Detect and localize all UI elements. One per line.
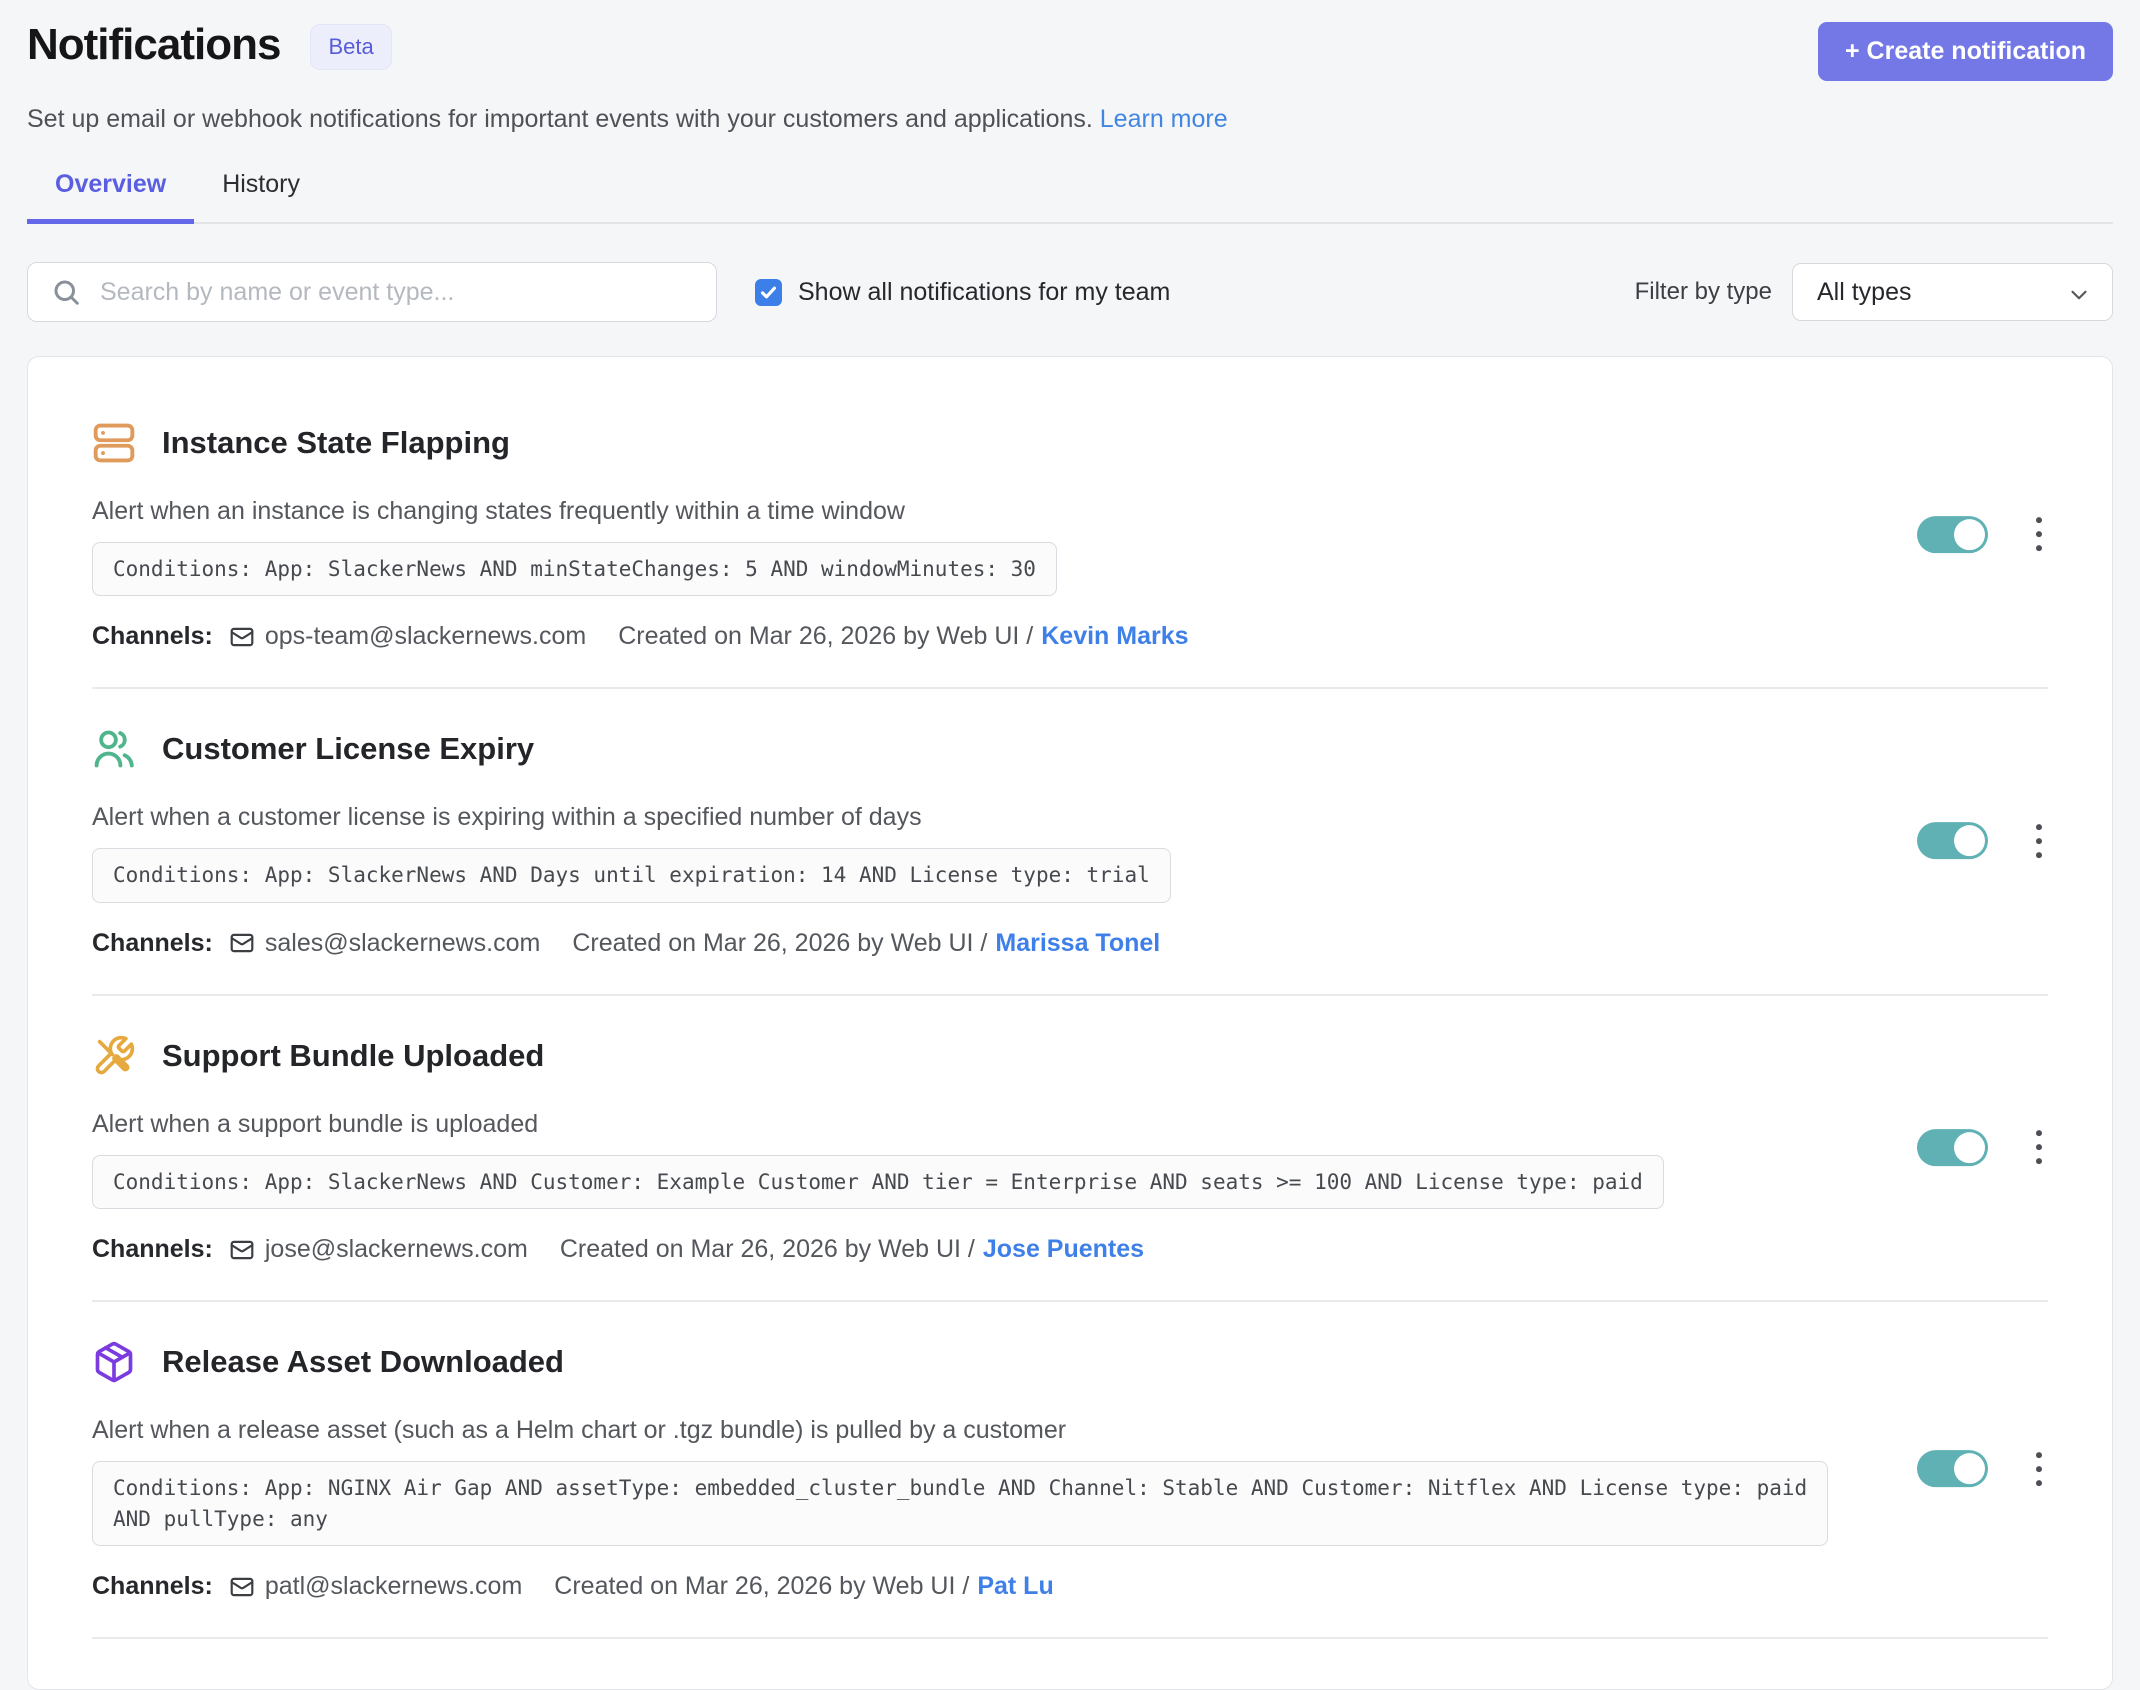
card-actions — [1917, 513, 2048, 555]
toggle-knob — [1954, 519, 1985, 550]
filter-by-type-label: Filter by type — [1635, 278, 1772, 306]
channels-row: Channels: jose@slackernews.com Created o… — [92, 1235, 2048, 1264]
notification-card: Release Asset Downloaded Alert when a re… — [92, 1302, 2048, 1639]
toggle-knob — [1954, 1132, 1985, 1163]
notifications-page: Notifications Beta + Create notification… — [0, 0, 2140, 1690]
channel-email: patl@slackernews.com — [265, 1572, 522, 1601]
search-input[interactable] — [27, 262, 717, 322]
notification-title: Support Bundle Uploaded — [162, 1038, 544, 1074]
kebab-menu-button[interactable] — [2030, 513, 2048, 555]
enable-toggle[interactable] — [1917, 822, 1988, 859]
card-actions — [1917, 1448, 2048, 1490]
search-icon — [51, 277, 81, 307]
team-checkbox-label[interactable]: Show all notifications for my team — [798, 278, 1170, 307]
tools-icon — [92, 1034, 136, 1078]
created-text: Created on Mar 26, 2026 by Web UI / — [554, 1572, 969, 1601]
created-by-link[interactable]: Kevin Marks — [1041, 622, 1188, 651]
created-by-link[interactable]: Marissa Tonel — [995, 929, 1160, 958]
channels-label: Channels: — [92, 929, 213, 958]
notification-title: Release Asset Downloaded — [162, 1344, 564, 1380]
created-by-link[interactable]: Pat Lu — [977, 1572, 1053, 1601]
create-notification-button[interactable]: + Create notification — [1818, 22, 2113, 81]
conditions-box: Conditions: App: NGINX Air Gap AND asset… — [92, 1461, 1828, 1546]
notification-description: Alert when a customer license is expirin… — [92, 803, 1892, 832]
learn-more-link[interactable]: Learn more — [1100, 105, 1228, 133]
package-icon — [92, 1340, 136, 1384]
conditions-box: Conditions: App: SlackerNews AND Days un… — [92, 848, 1171, 902]
card-actions — [1917, 820, 2048, 862]
mail-icon — [229, 1237, 255, 1263]
conditions-box: Conditions: App: SlackerNews AND minStat… — [92, 542, 1057, 596]
team-checkbox[interactable] — [755, 279, 782, 306]
notification-description: Alert when a release asset (such as a He… — [92, 1416, 1892, 1445]
channels-label: Channels: — [92, 1572, 213, 1601]
type-filter-select[interactable]: All types — [1792, 263, 2113, 321]
beta-badge: Beta — [310, 24, 391, 70]
channel-email: jose@slackernews.com — [265, 1235, 528, 1264]
tab-overview[interactable]: Overview — [27, 162, 194, 224]
channel-email: sales@slackernews.com — [265, 929, 540, 958]
notification-description: Alert when an instance is changing state… — [92, 497, 1892, 526]
kebab-menu-button[interactable] — [2030, 1126, 2048, 1168]
conditions-box: Conditions: App: SlackerNews AND Custome… — [92, 1155, 1664, 1209]
channels-label: Channels: — [92, 622, 213, 651]
enable-toggle[interactable] — [1917, 516, 1988, 553]
created-text: Created on Mar 26, 2026 by Web UI / — [560, 1235, 975, 1264]
mail-icon — [229, 624, 255, 650]
card-title-row: Support Bundle Uploaded — [92, 1034, 2048, 1078]
created-text: Created on Mar 26, 2026 by Web UI / — [618, 622, 1033, 651]
tab-history[interactable]: History — [194, 162, 328, 222]
title-wrap: Notifications Beta — [27, 20, 392, 70]
mail-icon — [229, 930, 255, 956]
check-icon — [759, 283, 778, 302]
toggle-knob — [1954, 1453, 1985, 1484]
page-header: Notifications Beta + Create notification — [27, 20, 2113, 81]
enable-toggle[interactable] — [1917, 1129, 1988, 1166]
mail-icon — [229, 1574, 255, 1600]
notification-title: Customer License Expiry — [162, 731, 534, 767]
tab-bar: Overview History — [27, 162, 2113, 224]
subtitle-text: Set up email or webhook notifications fo… — [27, 105, 1093, 133]
notification-list: Instance State Flapping Alert when an in… — [27, 356, 2113, 1690]
kebab-menu-button[interactable] — [2030, 820, 2048, 862]
page-subtitle: Set up email or webhook notifications fo… — [27, 105, 2113, 134]
channels-row: Channels: patl@slackernews.com Created o… — [92, 1572, 2048, 1601]
page-title: Notifications — [27, 20, 280, 70]
search-wrap — [27, 262, 717, 322]
card-title-row: Customer License Expiry — [92, 727, 2048, 771]
notification-title: Instance State Flapping — [162, 425, 510, 461]
channels-label: Channels: — [92, 1235, 213, 1264]
card-title-row: Instance State Flapping — [92, 421, 2048, 465]
type-filter-value: All types — [1817, 278, 1911, 307]
card-title-row: Release Asset Downloaded — [92, 1340, 2048, 1384]
server-icon — [92, 421, 136, 465]
created-by-link[interactable]: Jose Puentes — [983, 1235, 1144, 1264]
chevron-down-icon — [2066, 282, 2092, 308]
notification-card: Instance State Flapping Alert when an in… — [92, 383, 2048, 689]
channels-row: Channels: sales@slackernews.com Created … — [92, 929, 2048, 958]
kebab-menu-button[interactable] — [2030, 1448, 2048, 1490]
notification-card: Customer License Expiry Alert when a cus… — [92, 689, 2048, 995]
notification-card: Support Bundle Uploaded Alert when a sup… — [92, 996, 2048, 1302]
card-actions — [1917, 1126, 2048, 1168]
enable-toggle[interactable] — [1917, 1450, 1988, 1487]
toggle-knob — [1954, 825, 1985, 856]
created-text: Created on Mar 26, 2026 by Web UI / — [572, 929, 987, 958]
channels-row: Channels: ops-team@slackernews.com Creat… — [92, 622, 2048, 651]
filter-row: Show all notifications for my team Filte… — [27, 262, 2113, 322]
users-icon — [92, 727, 136, 771]
channel-email: ops-team@slackernews.com — [265, 622, 586, 651]
notification-description: Alert when a support bundle is uploaded — [92, 1110, 1892, 1139]
